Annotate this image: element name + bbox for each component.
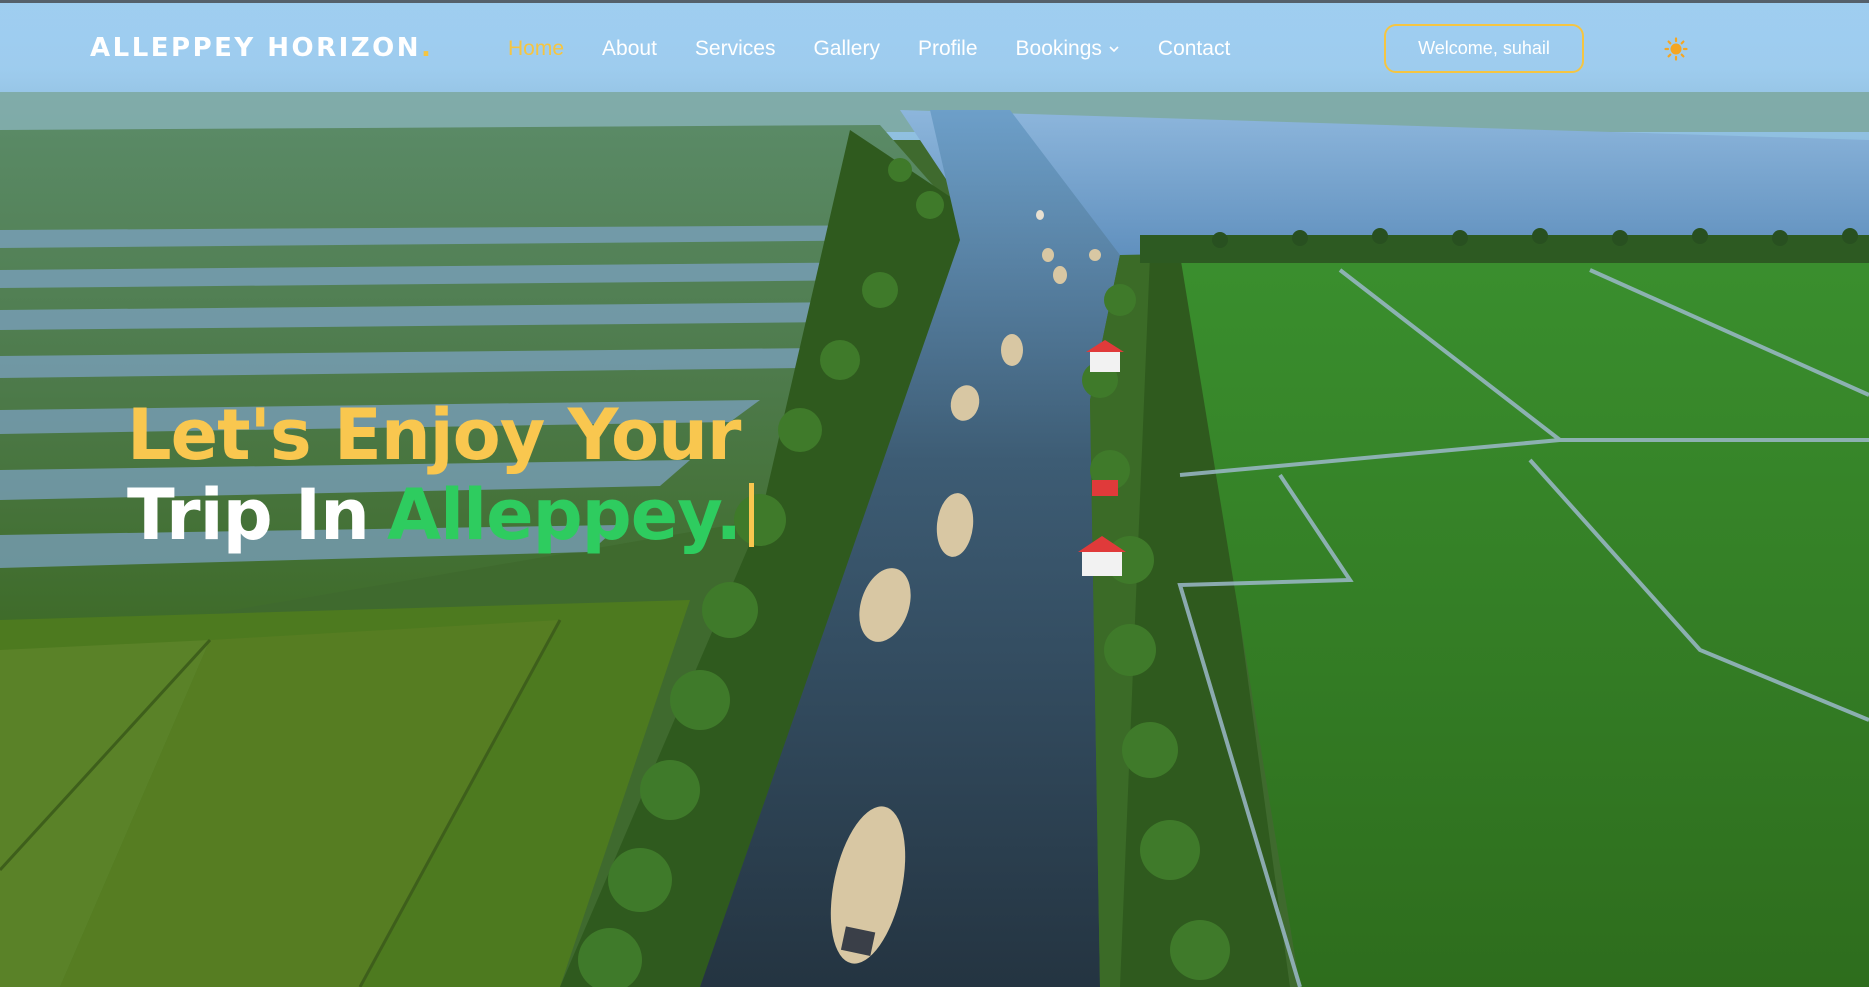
hero-line-2-green: Alleppey.: [386, 474, 742, 556]
nav-link-home[interactable]: Home: [508, 37, 564, 61]
typing-caret: [749, 483, 755, 547]
brand-dot: .: [421, 33, 434, 63]
nav-link-bookings-label: Bookings: [1015, 37, 1102, 60]
nav-link-services[interactable]: Services: [695, 37, 776, 61]
main-menu: Home About Services Gallery Profile Book…: [508, 37, 1268, 61]
hero-headline: Let's Enjoy Your Trip In Alleppey.: [127, 394, 755, 556]
nav-link-gallery[interactable]: Gallery: [813, 37, 880, 61]
brand-logo[interactable]: ALLEPPEY HORIZON.: [90, 33, 433, 63]
hero-line-2: Trip In Alleppey.: [127, 474, 755, 556]
hero-line-1: Let's Enjoy Your: [127, 394, 741, 476]
sun-icon[interactable]: [1664, 37, 1688, 61]
hero-line-2-white: Trip In: [127, 474, 370, 556]
nav-link-about[interactable]: About: [602, 37, 657, 61]
nav-link-bookings[interactable]: Bookings: [1016, 37, 1120, 61]
nav-link-contact[interactable]: Contact: [1158, 37, 1230, 61]
navbar: ALLEPPEY HORIZON. Home About Services Ga…: [0, 3, 1869, 93]
nav-link-profile[interactable]: Profile: [918, 37, 978, 61]
chevron-down-icon: [1109, 46, 1119, 53]
brand-name: ALLEPPEY HORIZON: [90, 33, 422, 63]
welcome-user-button[interactable]: Welcome, suhail: [1384, 24, 1584, 73]
